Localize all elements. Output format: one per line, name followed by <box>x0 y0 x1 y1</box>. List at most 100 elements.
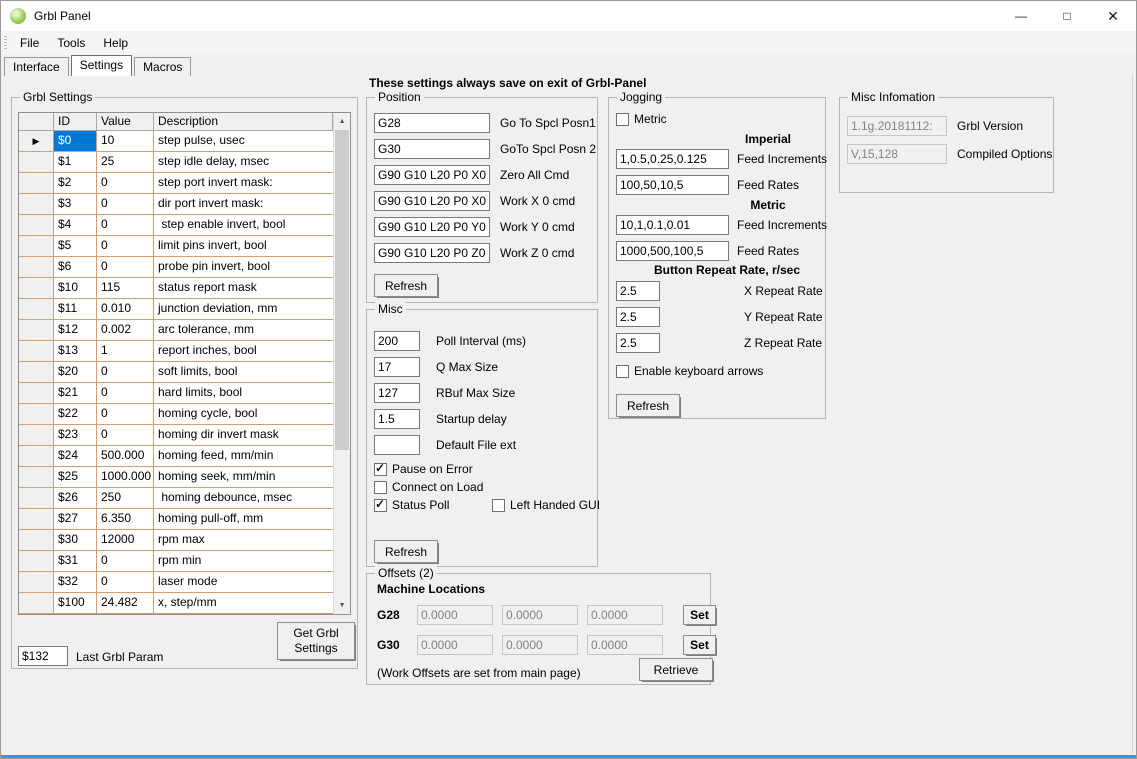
cell-id[interactable]: $3 <box>54 194 97 215</box>
cell-description[interactable]: soft limits, bool <box>154 362 333 383</box>
checkbox[interactable]: Metric <box>616 110 667 128</box>
cell-id[interactable]: $24 <box>54 446 97 467</box>
cell-value[interactable]: 0 <box>97 257 154 278</box>
header-value[interactable]: Value <box>97 113 154 131</box>
table-row[interactable]: ▶$010step pulse, usec <box>19 131 333 152</box>
position-refresh-button[interactable]: Refresh <box>374 274 438 297</box>
table-row[interactable]: $40 step enable invert, bool <box>19 215 333 236</box>
cell-id[interactable]: $2 <box>54 173 97 194</box>
row-selector-cell[interactable] <box>19 173 54 194</box>
misc-setting-input[interactable] <box>374 409 420 429</box>
cell-description[interactable]: rpm min <box>154 551 333 572</box>
cell-id[interactable]: $100 <box>54 593 97 614</box>
cell-value[interactable]: 0 <box>97 425 154 446</box>
cell-id[interactable]: $5 <box>54 236 97 257</box>
table-row[interactable]: $125step idle delay, msec <box>19 152 333 173</box>
position-cmd-input[interactable] <box>374 217 490 237</box>
table-row[interactable]: $230homing dir invert mask <box>19 425 333 446</box>
cell-description[interactable]: homing dir invert mask <box>154 425 333 446</box>
position-cmd-input[interactable] <box>374 165 490 185</box>
cell-id[interactable]: $20 <box>54 362 97 383</box>
cell-description[interactable]: homing debounce, msec <box>154 488 333 509</box>
table-row[interactable]: $220homing cycle, bool <box>19 404 333 425</box>
tab-macros[interactable]: Macros <box>134 57 191 76</box>
checkbox-box[interactable] <box>616 113 629 126</box>
checkbox-box[interactable] <box>492 499 505 512</box>
cell-description[interactable]: rpm max <box>154 530 333 551</box>
cell-description[interactable]: step idle delay, msec <box>154 152 333 173</box>
misc-setting-input[interactable] <box>374 331 420 351</box>
cell-description[interactable]: laser mode <box>154 572 333 593</box>
table-row[interactable]: $131report inches, bool <box>19 341 333 362</box>
cell-id[interactable]: $10 <box>54 278 97 299</box>
table-row[interactable]: $10024.482x, step/mm <box>19 593 333 614</box>
scroll-up-icon[interactable]: ▲ <box>334 113 350 130</box>
table-row[interactable]: $310rpm min <box>19 551 333 572</box>
cell-id[interactable]: $22 <box>54 404 97 425</box>
row-selector-cell[interactable] <box>19 236 54 257</box>
close-icon[interactable]: ✕ <box>1090 1 1136 31</box>
row-selector-cell[interactable] <box>19 509 54 530</box>
row-selector-cell[interactable] <box>19 572 54 593</box>
cell-id[interactable]: $1 <box>54 152 97 173</box>
cell-description[interactable]: homing seek, mm/min <box>154 467 333 488</box>
cell-description[interactable]: x, step/mm <box>154 593 333 614</box>
cell-description[interactable]: report inches, bool <box>154 341 333 362</box>
cell-description[interactable]: step port invert mask: <box>154 173 333 194</box>
row-selector-cell[interactable] <box>19 278 54 299</box>
row-selector-cell[interactable] <box>19 425 54 446</box>
cell-id[interactable]: $27 <box>54 509 97 530</box>
cell-id[interactable]: $13 <box>54 341 97 362</box>
last-param-input[interactable] <box>18 646 68 666</box>
metric-checkbox[interactable]: Metric <box>616 110 667 128</box>
cell-description[interactable]: step enable invert, bool <box>154 215 333 236</box>
cell-description[interactable]: junction deviation, mm <box>154 299 333 320</box>
cell-value[interactable]: 1000.000 <box>97 467 154 488</box>
row-selector-cell[interactable] <box>19 404 54 425</box>
table-row[interactable]: $276.350homing pull-off, mm <box>19 509 333 530</box>
cell-description[interactable]: probe pin invert, bool <box>154 257 333 278</box>
cell-value[interactable]: 25 <box>97 152 154 173</box>
metric-feed-input[interactable] <box>616 241 729 261</box>
cell-id[interactable]: $26 <box>54 488 97 509</box>
cell-id[interactable]: $31 <box>54 551 97 572</box>
table-row[interactable]: $60probe pin invert, bool <box>19 257 333 278</box>
row-selector-cell[interactable] <box>19 341 54 362</box>
cell-value[interactable]: 500.000 <box>97 446 154 467</box>
cell-value[interactable]: 115 <box>97 278 154 299</box>
cell-value[interactable]: 6.350 <box>97 509 154 530</box>
cell-value[interactable]: 12000 <box>97 530 154 551</box>
cell-id[interactable]: $6 <box>54 257 97 278</box>
checkbox-box[interactable] <box>374 481 387 494</box>
cell-description[interactable]: hard limits, bool <box>154 383 333 404</box>
position-cmd-input[interactable] <box>374 191 490 211</box>
table-row[interactable]: $200soft limits, bool <box>19 362 333 383</box>
position-cmd-input[interactable] <box>374 243 490 263</box>
checkbox[interactable]: Left Handed GUI <box>492 496 600 514</box>
misc-refresh-button[interactable]: Refresh <box>374 540 438 563</box>
cell-value[interactable]: 0 <box>97 551 154 572</box>
row-selector-cell[interactable] <box>19 299 54 320</box>
set-button[interactable]: Set <box>683 635 716 655</box>
menu-file[interactable]: File <box>11 33 48 53</box>
table-row[interactable]: $120.002arc tolerance, mm <box>19 320 333 341</box>
checkbox[interactable]: Enable keyboard arrows <box>616 362 763 380</box>
cell-value[interactable]: 0 <box>97 572 154 593</box>
imperial-feed-input[interactable] <box>616 149 729 169</box>
row-selector-cell[interactable] <box>19 152 54 173</box>
tab-settings[interactable]: Settings <box>71 55 132 76</box>
cell-description[interactable]: status report mask <box>154 278 333 299</box>
row-selector-cell[interactable] <box>19 488 54 509</box>
row-selector-cell[interactable] <box>19 530 54 551</box>
row-selector-cell[interactable] <box>19 383 54 404</box>
position-cmd-input[interactable] <box>374 113 490 133</box>
header-description[interactable]: Description <box>154 113 333 131</box>
cell-value[interactable]: 1 <box>97 341 154 362</box>
repeat-rate-input[interactable] <box>616 281 660 301</box>
repeat-rate-input[interactable] <box>616 333 660 353</box>
misc-setting-input[interactable] <box>374 435 420 455</box>
minimize-icon[interactable]: — <box>998 1 1044 31</box>
table-row[interactable]: $24500.000homing feed, mm/min <box>19 446 333 467</box>
table-row[interactable]: $20step port invert mask: <box>19 173 333 194</box>
row-selector-cell[interactable] <box>19 215 54 236</box>
